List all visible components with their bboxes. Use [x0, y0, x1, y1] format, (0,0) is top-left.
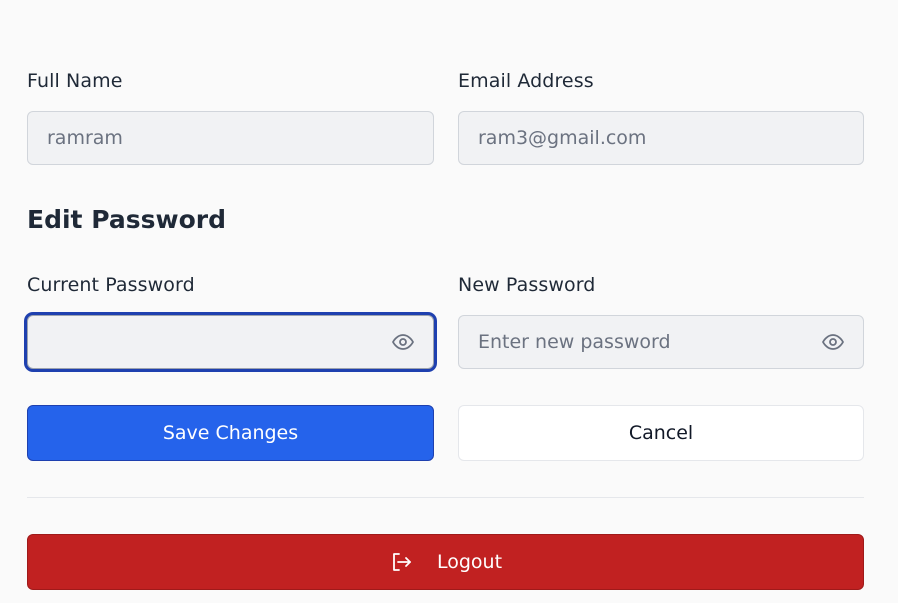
current-password-field[interactable]: [27, 315, 434, 369]
current-password-label: Current Password: [27, 274, 195, 296]
full-name-field: [27, 111, 434, 165]
eye-icon[interactable]: [821, 330, 845, 354]
new-password-field[interactable]: [458, 315, 864, 369]
edit-password-heading: Edit Password: [27, 205, 226, 234]
new-password-label: New Password: [458, 274, 596, 296]
full-name-input: [28, 112, 433, 164]
email-field: [458, 111, 864, 165]
divider: [27, 497, 864, 498]
logout-label: Logout: [436, 551, 503, 573]
email-label: Email Address: [458, 70, 594, 92]
new-password-input[interactable]: [459, 316, 863, 368]
save-changes-label: Save Changes: [162, 422, 299, 444]
save-changes-button[interactable]: Save Changes: [27, 405, 434, 461]
logout-button[interactable]: Logout: [27, 534, 864, 590]
current-password-input[interactable]: [28, 316, 433, 368]
logout-icon: [393, 553, 411, 571]
eye-icon[interactable]: [391, 330, 415, 354]
cancel-button[interactable]: Cancel: [458, 405, 864, 461]
email-input: [459, 112, 863, 164]
cancel-label: Cancel: [628, 422, 694, 444]
full-name-label: Full Name: [27, 70, 123, 92]
profile-settings-form: Full Name Email Address Edit Password Cu…: [0, 0, 898, 603]
